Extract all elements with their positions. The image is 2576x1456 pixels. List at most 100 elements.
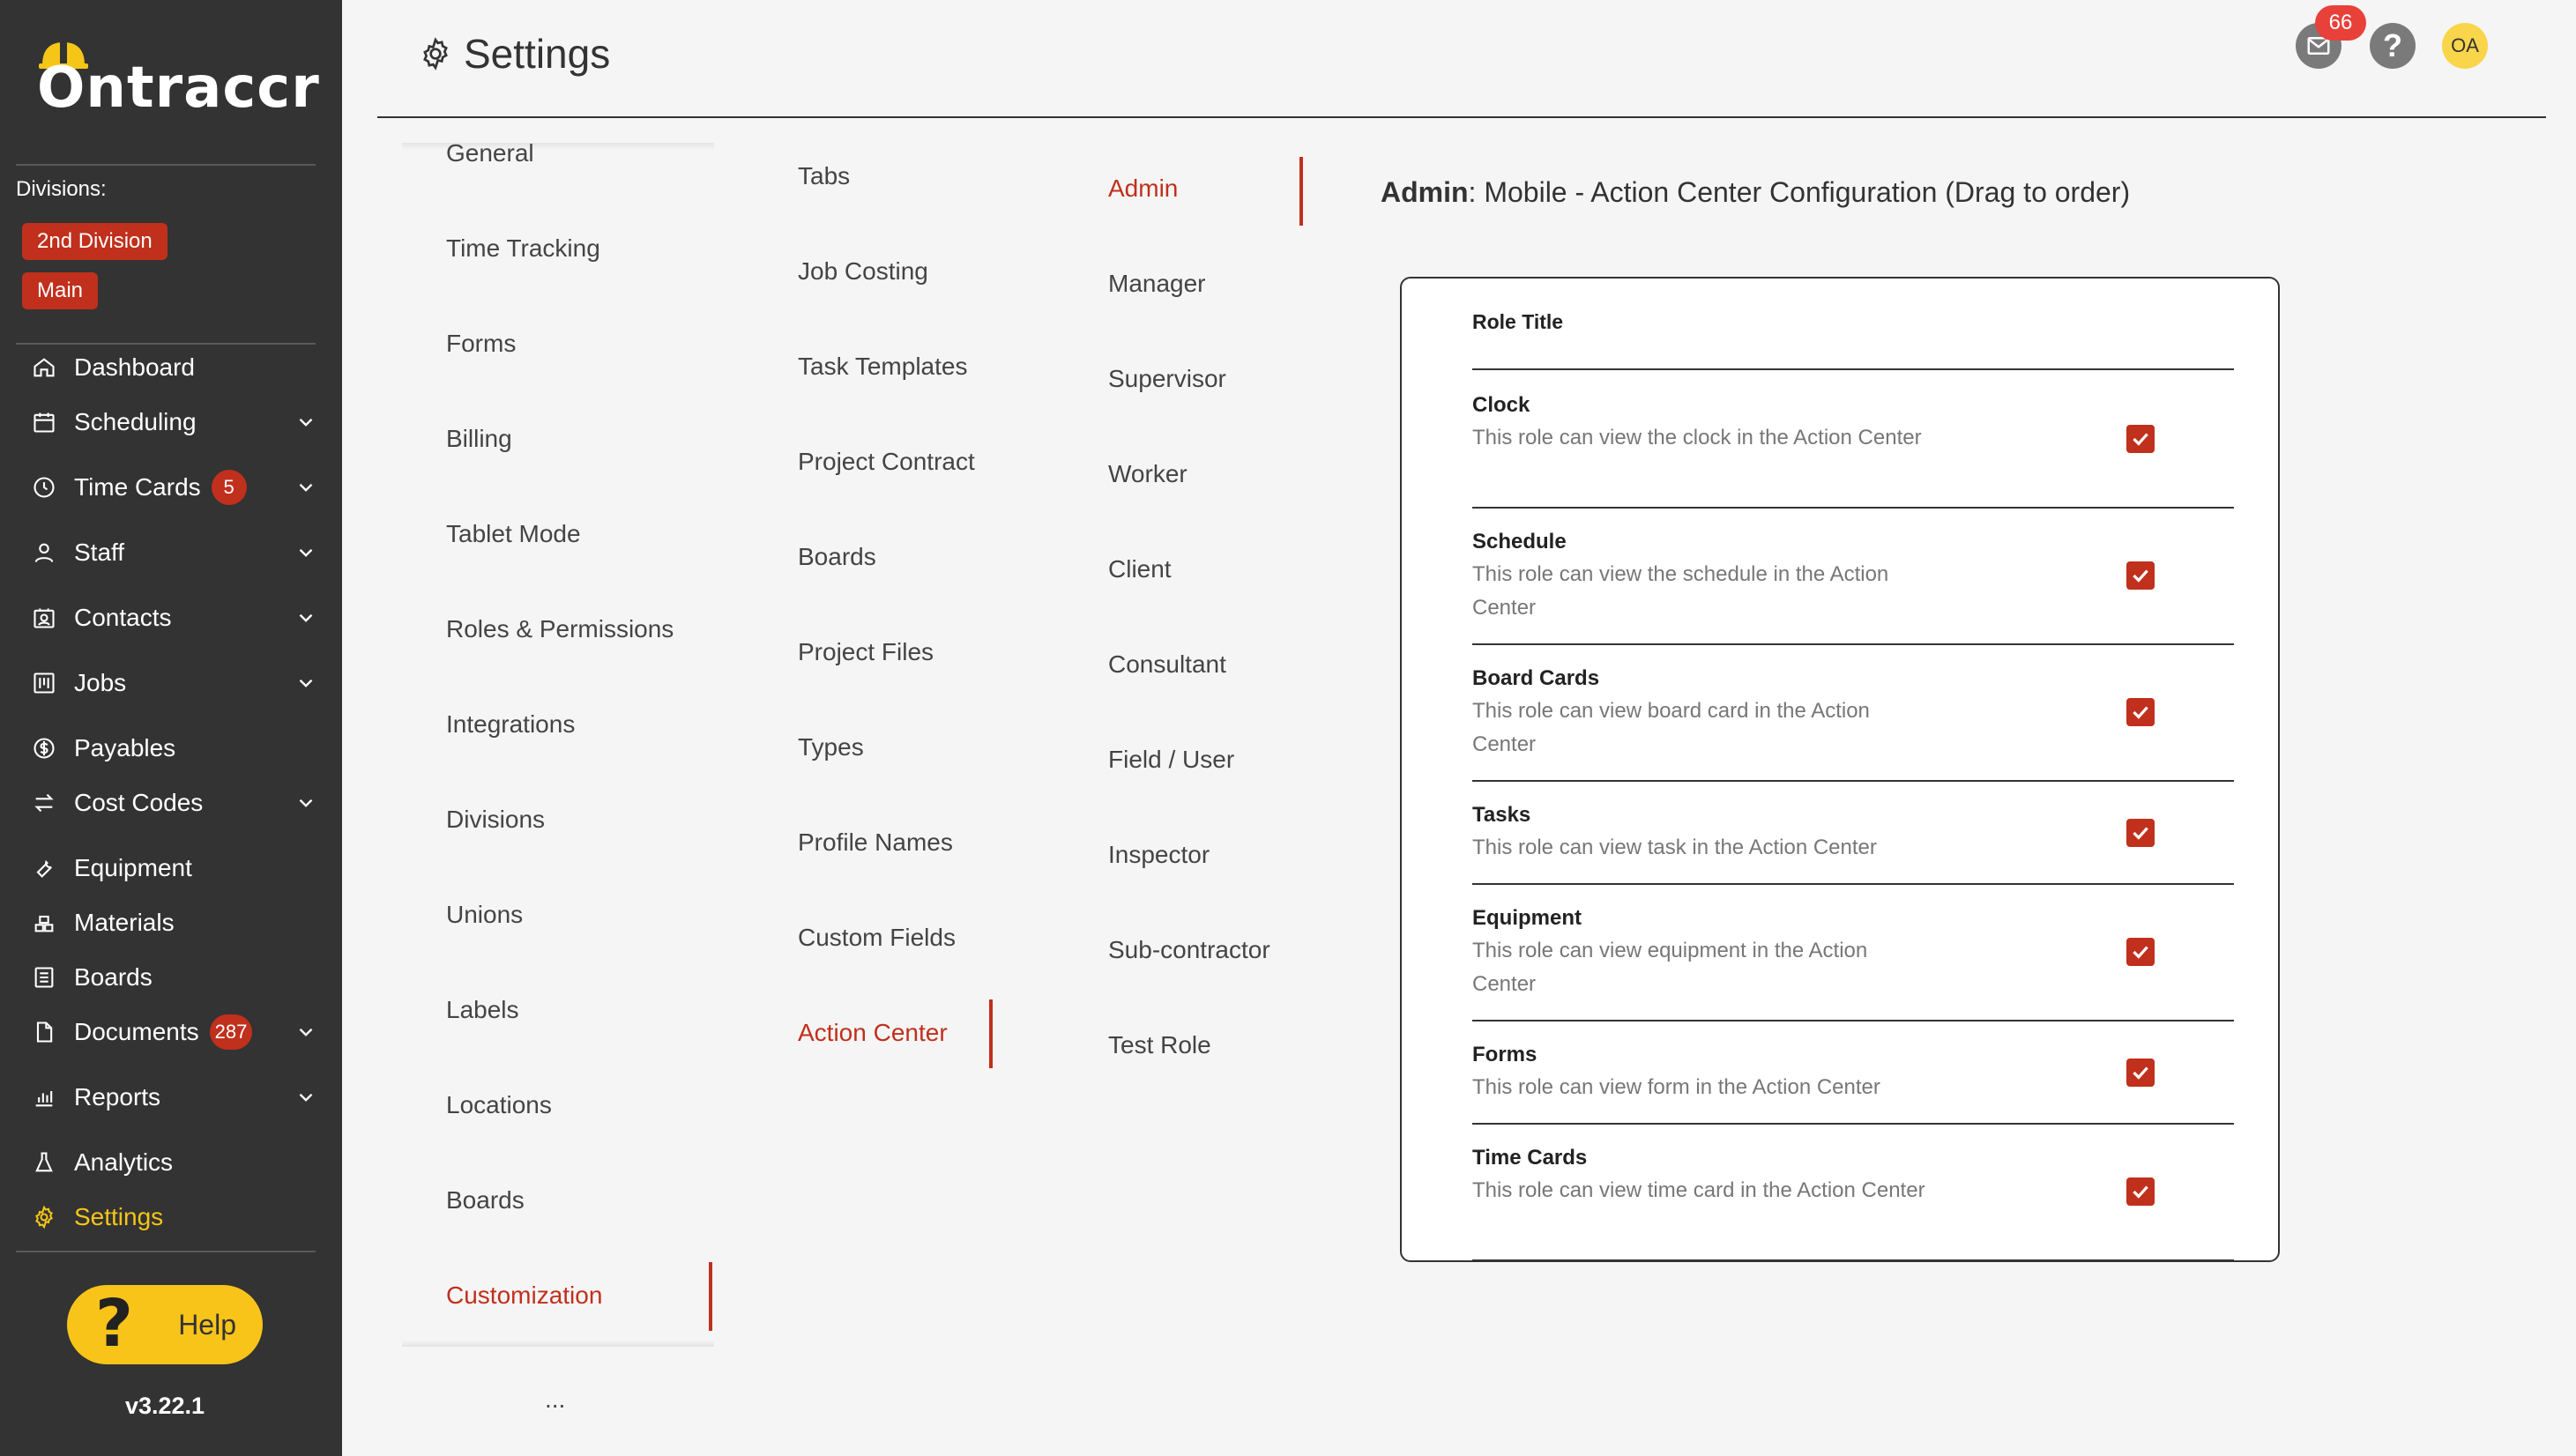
division-chip[interactable]: Main: [22, 272, 99, 309]
menu1-item-customization[interactable]: Customization: [446, 1281, 602, 1310]
selected-indicator: [1299, 157, 1303, 226]
menu1-item-general[interactable]: General: [446, 139, 534, 167]
menu2-item-action-center[interactable]: Action Center: [798, 1019, 948, 1047]
role-permission-name: Board Cards: [1472, 666, 1600, 690]
sidebar: Ontraccr Divisions: 2nd Division Main Da…: [0, 0, 342, 1456]
menu1-item-boards[interactable]: Boards: [446, 1186, 525, 1215]
notification-badge: 66: [2315, 5, 2366, 41]
role-permission-description: This role can view task in the Action Ce…: [1472, 836, 1877, 859]
permission-checkbox[interactable]: [2126, 819, 2155, 847]
sidebar-item-settings[interactable]: Settings: [28, 1195, 317, 1239]
role-permission-name: Equipment: [1472, 906, 1582, 930]
menu1-item-unions[interactable]: Unions: [446, 901, 523, 929]
permission-checkbox[interactable]: [2126, 938, 2155, 966]
menu3-item-admin[interactable]: Admin: [1108, 175, 1178, 203]
menu1-item-time-tracking[interactable]: Time Tracking: [446, 234, 600, 263]
column-header: Role Title: [1472, 310, 1564, 333]
checkmark-icon: [2133, 827, 2148, 840]
menu2-item-boards[interactable]: Boards: [798, 543, 876, 571]
checkmark-icon: [2133, 1066, 2148, 1080]
chevron-down-icon[interactable]: [294, 791, 317, 814]
permission-checkbox[interactable]: [2126, 561, 2155, 590]
menu2-item-types[interactable]: Types: [798, 733, 864, 761]
sidebar-item-reports[interactable]: Reports: [28, 1075, 317, 1119]
sidebar-item-payables[interactable]: Payables: [28, 726, 317, 770]
division-chip[interactable]: 2nd Division: [22, 223, 168, 260]
sidebar-item-label: Payables: [74, 734, 176, 761]
menu1-item-tablet-mode[interactable]: Tablet Mode: [446, 520, 581, 548]
page-title: Settings: [418, 30, 610, 78]
clock-icon: [28, 474, 60, 501]
flask-icon: [28, 1149, 60, 1176]
sidebar-item-label: Materials: [74, 909, 175, 936]
menu1-item-billing[interactable]: Billing: [446, 425, 512, 453]
role-permission-description: This role can view the clock in the Acti…: [1472, 426, 1922, 449]
sidebar-item-boards[interactable]: Boards: [28, 955, 317, 999]
chevron-down-icon[interactable]: [294, 476, 317, 499]
menu3-item-inspector[interactable]: Inspector: [1108, 841, 1210, 869]
help-button[interactable]: ? Help: [67, 1285, 263, 1364]
menu1-item-roles-permissions[interactable]: Roles & Permissions: [446, 615, 674, 643]
menu3-item-sub-contractor[interactable]: Sub-contractor: [1108, 936, 1270, 964]
chevron-down-icon[interactable]: [294, 541, 317, 564]
menu1-item-integrations[interactable]: Integrations: [446, 710, 575, 739]
sidebar-item-materials[interactable]: Materials: [28, 901, 317, 945]
sidebar-item-equipment[interactable]: Equipment: [28, 846, 317, 890]
chevron-down-icon[interactable]: [294, 1021, 317, 1044]
sidebar-item-cost-codes[interactable]: Cost Codes: [28, 781, 317, 825]
menu2-item-profile-names[interactable]: Profile Names: [798, 828, 953, 857]
sidebar-item-scheduling[interactable]: Scheduling: [28, 400, 317, 444]
divider: [16, 343, 316, 345]
checkmark-icon: [2133, 1185, 2148, 1199]
sidebar-item-jobs[interactable]: Jobs: [28, 661, 317, 705]
role-permission-name: Forms: [1472, 1043, 1537, 1066]
chevron-down-icon[interactable]: [294, 606, 317, 629]
row-divider: [1472, 780, 2234, 782]
help-circle-icon[interactable]: ?: [2370, 23, 2416, 69]
menu2-item-task-templates[interactable]: Task Templates: [798, 353, 967, 381]
sidebar-item-documents[interactable]: Documents 287: [28, 1010, 317, 1054]
chevron-down-icon[interactable]: [294, 411, 317, 434]
menu3-item-client[interactable]: Client: [1108, 555, 1172, 583]
sidebar-item-dashboard[interactable]: Dashboard: [28, 345, 317, 390]
role-permission-name: Time Cards: [1472, 1146, 1588, 1170]
sidebar-item-time-cards[interactable]: Time Cards 5: [28, 465, 317, 509]
permission-checkbox[interactable]: [2126, 698, 2155, 726]
action-center-card: Role Title Clock This role can view the c…: [1400, 277, 2280, 1262]
sidebar-item-staff[interactable]: Staff: [28, 531, 317, 575]
help-label: Help: [178, 1308, 236, 1341]
divider: [16, 1251, 316, 1252]
chevron-down-icon[interactable]: [294, 1086, 317, 1109]
gear-icon: [423, 37, 448, 71]
sidebar-item-contacts[interactable]: Contacts: [28, 596, 317, 640]
menu3-item-manager[interactable]: Manager: [1108, 270, 1206, 298]
menu2-item-tabs[interactable]: Tabs: [798, 162, 850, 190]
menu1-item-divisions[interactable]: Divisions: [446, 806, 545, 834]
menu3-item-consultant[interactable]: Consultant: [1108, 650, 1226, 679]
menu2-item-custom-fields[interactable]: Custom Fields: [798, 924, 956, 952]
sidebar-item-label: Contacts: [74, 604, 172, 631]
permission-checkbox[interactable]: [2126, 425, 2155, 453]
contacts-icon: [28, 605, 60, 631]
menu3-item-worker[interactable]: Worker: [1108, 460, 1187, 488]
chevron-down-icon[interactable]: [294, 672, 317, 695]
menu1-item-forms[interactable]: Forms: [446, 330, 516, 358]
menu1-item-labels[interactable]: Labels: [446, 996, 519, 1024]
person-icon: [28, 539, 60, 566]
row-divider: [1472, 1123, 2234, 1125]
menu3-item-supervisor[interactable]: Supervisor: [1108, 365, 1226, 393]
menu3-item-test-role[interactable]: Test Role: [1108, 1031, 1211, 1059]
sidebar-item-analytics[interactable]: Analytics: [28, 1140, 317, 1185]
menu2-item-project-contract[interactable]: Project Contract: [798, 448, 975, 476]
menu3-item-field-user[interactable]: Field / User: [1108, 746, 1234, 774]
permission-checkbox[interactable]: [2126, 1059, 2155, 1087]
role-permission-description: This role can view the schedule in the A…: [1472, 562, 1889, 620]
menu2-item-project-files[interactable]: Project Files: [798, 638, 934, 666]
question-icon: ?: [95, 1286, 133, 1362]
permission-checkbox[interactable]: [2126, 1177, 2155, 1206]
sidebar-item-label: Boards: [74, 963, 153, 991]
ontraccr-logo[interactable]: Ontraccr: [35, 35, 319, 121]
menu1-item-locations[interactable]: Locations: [446, 1091, 552, 1119]
menu2-item-job-costing[interactable]: Job Costing: [798, 257, 928, 286]
avatar[interactable]: OA: [2442, 23, 2488, 69]
